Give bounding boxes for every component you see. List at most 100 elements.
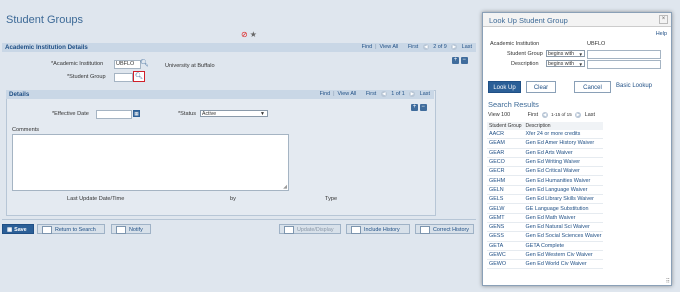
details-delete-row-button[interactable]: − xyxy=(419,104,427,111)
results-next-icon[interactable]: ▶ xyxy=(575,112,582,118)
cancel-button[interactable]: Cancel xyxy=(574,81,611,93)
lookup-group-operator[interactable]: begins with ▼ xyxy=(546,50,585,57)
student-group-description[interactable]: Gen Ed World Civ Waiver xyxy=(523,259,604,270)
table-row[interactable]: GEHM Gen Ed Humanities Waiver xyxy=(487,175,604,186)
prev-icon[interactable]: ◀ xyxy=(422,43,429,50)
next-icon[interactable]: ▶ xyxy=(451,43,458,50)
status-select[interactable]: Active ▼ xyxy=(200,110,268,117)
modal-resize-icon[interactable]: ⠿ xyxy=(666,278,670,285)
student-group-description[interactable]: Gen Ed Natural Sci Waiver xyxy=(523,222,604,233)
add-row-button[interactable]: + xyxy=(452,57,459,64)
clear-button[interactable]: Clear xyxy=(526,81,556,93)
student-group-code[interactable]: GESS xyxy=(487,231,524,242)
comments-label: Comments xyxy=(12,127,40,133)
table-row[interactable]: GEAM Gen Ed Amer History Waiver xyxy=(487,138,604,149)
lookup-button[interactable]: Look Up xyxy=(488,81,521,93)
table-row[interactable]: GELS Gen Ed Library Skills Waiver xyxy=(487,194,604,205)
student-group-description[interactable]: Gen Ed Social Sciences Waiver xyxy=(523,231,604,242)
help-link[interactable]: Help xyxy=(656,31,667,37)
details-add-row-button[interactable]: + xyxy=(411,104,418,111)
student-group-description[interactable]: GE Language Substitution xyxy=(523,203,604,214)
table-row[interactable]: GECO Gen Ed Writing Waiver xyxy=(487,157,604,168)
details-view-all-link[interactable]: View All xyxy=(338,91,357,97)
chevron-down-icon: ▼ xyxy=(260,111,265,117)
student-group-description[interactable]: Gen Ed Western Civ Waiver xyxy=(523,250,604,261)
table-row[interactable]: GENS Gen Ed Natural Sci Waiver xyxy=(487,222,604,233)
lookup-description-input[interactable] xyxy=(587,60,661,69)
details-find-link[interactable]: Find xyxy=(320,91,331,97)
student-group-description[interactable]: Gen Ed Critical Waiver xyxy=(523,166,604,177)
table-row[interactable]: GELW GE Language Substitution xyxy=(487,203,604,214)
favorite-star-icon[interactable]: ★ xyxy=(250,30,257,39)
student-group-code[interactable]: AACR xyxy=(487,130,524,140)
view-all-link[interactable]: View All xyxy=(380,44,399,50)
academic-institution-input[interactable]: UBFLO xyxy=(114,60,141,69)
calendar-icon[interactable]: ▦ xyxy=(133,110,140,117)
lookup-group-input[interactable] xyxy=(587,50,661,59)
by-label: by xyxy=(230,196,236,202)
student-group-code[interactable]: GECO xyxy=(487,157,524,168)
student-group-input[interactable] xyxy=(114,73,133,82)
lookup-description-operator[interactable]: begins with ▼ xyxy=(546,60,585,67)
student-group-description[interactable]: Gen Ed Language Waiver xyxy=(523,185,604,196)
student-group-code[interactable]: GELS xyxy=(487,194,524,205)
table-row[interactable]: GELN Gen Ed Language Waiver xyxy=(487,185,604,196)
table-row[interactable]: GEAR Gen Ed Arts Waiver xyxy=(487,148,604,158)
table-row[interactable]: GEMT Gen Ed Math Waiver xyxy=(487,213,604,223)
effective-date-input[interactable] xyxy=(96,110,132,119)
update-display-icon xyxy=(284,225,294,234)
student-group-search-icon[interactable]: 🔍︎ xyxy=(133,71,145,82)
no-entry-icon[interactable]: ⊘ xyxy=(241,30,248,39)
comments-textarea[interactable]: ◢ xyxy=(12,134,289,191)
student-group-description[interactable]: Gen Ed Library Skills Waiver xyxy=(523,194,604,205)
results-prev-icon[interactable]: ◀ xyxy=(541,112,548,118)
table-row[interactable]: GEWC Gen Ed Western Civ Waiver xyxy=(487,250,604,261)
student-group-code[interactable]: GEWC xyxy=(487,250,524,261)
table-row[interactable]: AACR Xfer 24 or more credits xyxy=(487,130,604,140)
view-100-link[interactable]: View 100 xyxy=(488,112,510,118)
student-group-description[interactable]: Gen Ed Amer History Waiver xyxy=(523,138,604,149)
student-group-code[interactable]: GEHM xyxy=(487,175,524,186)
table-row[interactable]: GESS Gen Ed Social Sciences Waiver xyxy=(487,231,604,242)
save-icon: ▦ xyxy=(7,227,13,233)
include-history-button[interactable]: Include History xyxy=(346,224,410,234)
save-button[interactable]: ▦ Save xyxy=(2,224,34,234)
student-group-description[interactable]: Gen Ed Math Waiver xyxy=(523,213,604,223)
lookup-institution-value: UBFLO xyxy=(587,41,606,47)
student-group-code[interactable]: GELW xyxy=(487,203,524,214)
student-group-description[interactable]: Gen Ed Writing Waiver xyxy=(523,157,604,168)
student-group-code[interactable]: GETA xyxy=(487,241,524,251)
find-link[interactable]: Find xyxy=(362,44,373,50)
student-group-code[interactable]: GELN xyxy=(487,185,524,196)
student-group-description[interactable]: Gen Ed Humanities Waiver xyxy=(523,175,604,186)
student-group-code[interactable]: GEAR xyxy=(487,148,524,158)
details-prev-icon[interactable]: ◀ xyxy=(380,90,387,97)
return-icon xyxy=(42,225,52,234)
student-group-description[interactable]: Xfer 24 or more credits xyxy=(523,130,604,140)
table-row[interactable]: GEWO Gen Ed World Civ Waiver xyxy=(487,259,604,270)
include-history-icon xyxy=(351,225,361,234)
student-group-code[interactable]: GEAM xyxy=(487,138,524,149)
close-icon[interactable]: × xyxy=(659,15,668,24)
student-group-code[interactable]: GECR xyxy=(487,166,524,177)
institution-search-icon[interactable]: 🔍︎ xyxy=(140,59,149,67)
page-title: Student Groups xyxy=(6,14,84,26)
student-group-code[interactable]: GEMT xyxy=(487,213,524,223)
last-update-label: Last Update Date/Time xyxy=(67,196,125,202)
update-display-button[interactable]: Update/Display xyxy=(279,224,341,234)
notify-button[interactable]: Notify xyxy=(111,224,151,234)
student-group-description[interactable]: GETA Complete xyxy=(523,241,604,251)
resize-handle-icon[interactable]: ◢ xyxy=(283,184,287,190)
details-next-icon[interactable]: ▶ xyxy=(409,90,416,97)
chevron-down-icon: ▼ xyxy=(578,62,583,67)
table-row[interactable]: GECR Gen Ed Critical Waiver xyxy=(487,166,604,177)
type-label: Type xyxy=(325,196,338,202)
correct-history-button[interactable]: Correct History xyxy=(415,224,474,234)
student-group-code[interactable]: GEWO xyxy=(487,259,524,270)
basic-lookup-link[interactable]: Basic Lookup xyxy=(616,83,652,89)
student-group-code[interactable]: GENS xyxy=(487,222,524,233)
delete-row-button[interactable]: − xyxy=(460,57,468,64)
student-group-description[interactable]: Gen Ed Arts Waiver xyxy=(523,148,604,158)
table-row[interactable]: GETA GETA Complete xyxy=(487,241,604,251)
return-to-search-button[interactable]: Return to Search xyxy=(37,224,105,234)
